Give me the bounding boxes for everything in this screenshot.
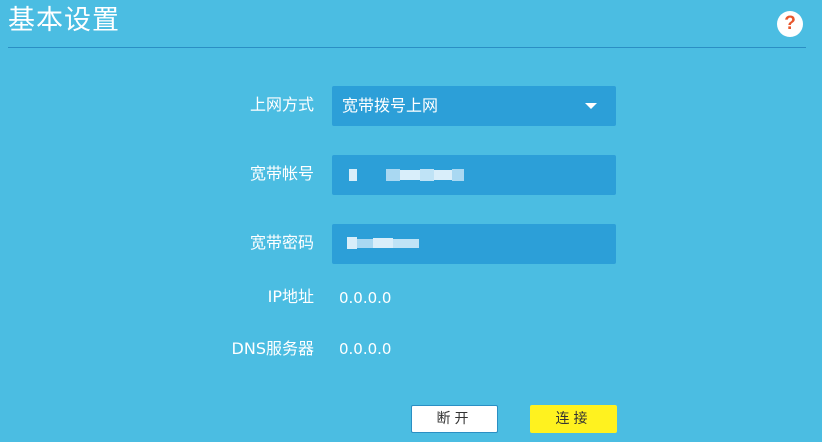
question-mark-icon: ? xyxy=(784,13,796,34)
ip-value: 0.0.0.0 xyxy=(339,289,392,307)
help-button[interactable]: ? xyxy=(777,11,803,37)
dns-label: DNS服务器 xyxy=(231,339,314,358)
chevron-down-icon xyxy=(585,103,597,109)
dns-value: 0.0.0.0 xyxy=(339,340,392,358)
connection-type-select[interactable]: 宽带拨号上网 xyxy=(332,86,616,126)
disconnect-button[interactable]: 断开 xyxy=(411,405,498,433)
connection-type-label: 上网方式 xyxy=(249,95,314,114)
password-label: 宽带密码 xyxy=(249,233,314,252)
page-title: 基本设置 xyxy=(8,5,120,36)
header: 基本设置 ? xyxy=(0,0,822,48)
account-label: 宽带帐号 xyxy=(249,164,314,183)
connect-button[interactable]: 连接 xyxy=(530,405,617,433)
ip-label: IP地址 xyxy=(267,287,314,306)
password-input[interactable] xyxy=(332,224,616,264)
account-input[interactable] xyxy=(332,155,616,195)
connection-type-value: 宽带拨号上网 xyxy=(342,96,439,115)
header-divider xyxy=(8,47,806,48)
